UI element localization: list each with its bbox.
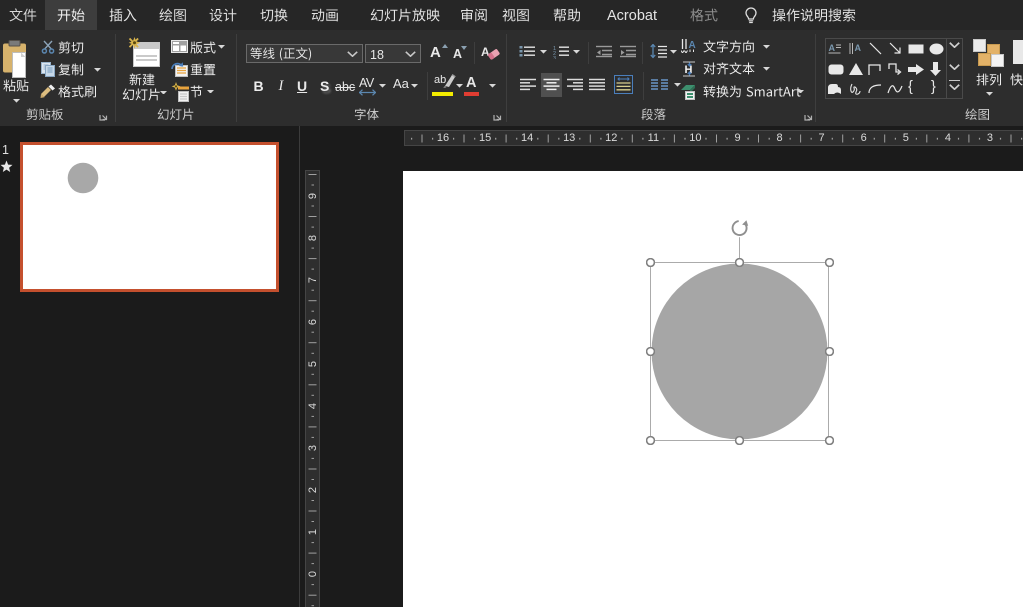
svg-text:A: A (855, 43, 862, 53)
svg-text:H: H (685, 64, 693, 76)
svg-text:A: A (481, 45, 490, 59)
svg-text:3: 3 (553, 56, 556, 59)
svg-text:A: A (829, 43, 836, 53)
svg-text:A: A (689, 40, 696, 51)
